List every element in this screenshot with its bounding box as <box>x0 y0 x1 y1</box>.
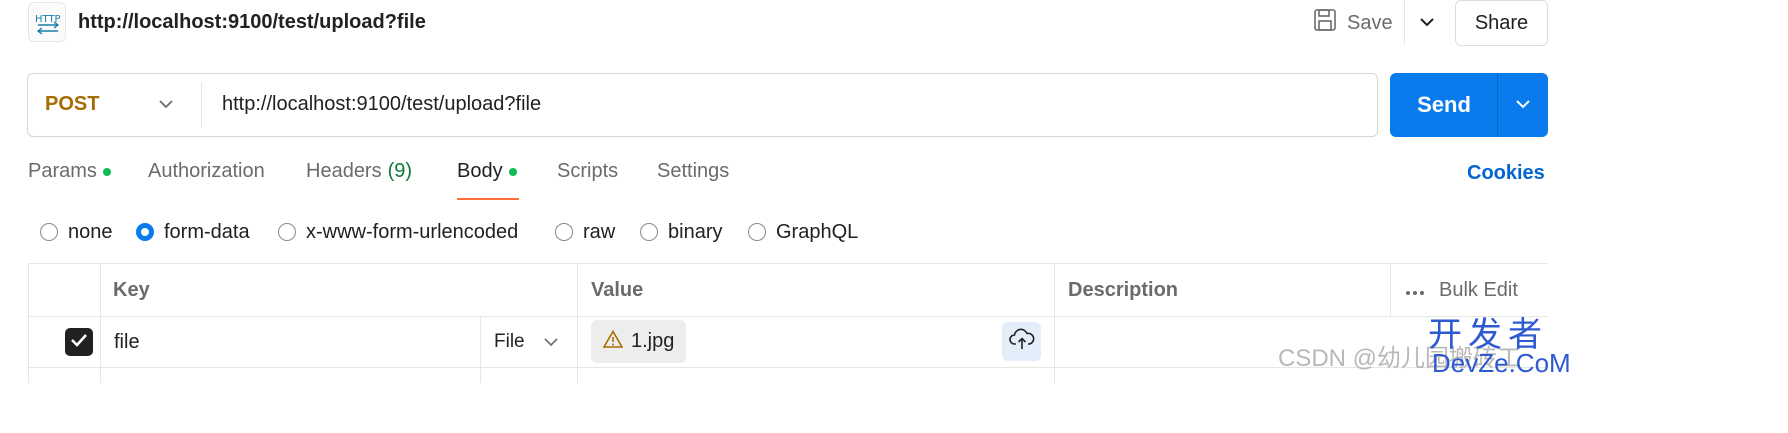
table-col-divider <box>577 263 578 383</box>
bulk-edit-label: Bulk Edit <box>1439 279 1518 301</box>
tab-label: Body <box>457 160 503 182</box>
url-input[interactable]: http://localhost:9100/test/upload?file <box>222 93 541 116</box>
tab-authorization[interactable]: Authorization <box>148 160 265 183</box>
table-col-divider <box>1390 263 1391 317</box>
send-options-dropdown[interactable] <box>1497 73 1548 137</box>
table-col-divider <box>100 263 101 383</box>
save-label: Save <box>1347 11 1393 34</box>
column-header-value: Value <box>591 279 644 301</box>
bulk-edit-button[interactable]: Bulk Edit <box>1405 279 1518 302</box>
row-enabled-checkbox[interactable] <box>65 328 93 356</box>
devze-logo-watermark: 开发者 <box>1428 316 1548 354</box>
column-header-description: Description <box>1068 279 1179 301</box>
checkmark-icon <box>70 333 88 352</box>
send-button[interactable]: Send <box>1390 73 1498 137</box>
upload-file-button[interactable] <box>1002 322 1041 361</box>
more-horizontal-icon <box>1405 279 1425 302</box>
cloud-upload-icon <box>1008 328 1035 355</box>
radio-icon <box>640 223 658 241</box>
tab-label: Scripts <box>557 160 619 182</box>
tab-settings[interactable]: Settings <box>657 160 729 183</box>
table-col-divider <box>1054 263 1055 383</box>
url-divider <box>201 82 202 128</box>
cookies-link[interactable]: Cookies <box>1467 162 1545 185</box>
table-border-left <box>28 263 29 383</box>
method-select[interactable]: POST <box>45 93 99 116</box>
table-col-divider <box>480 316 481 383</box>
selected-file-chip[interactable]: 1.jpg <box>591 320 687 363</box>
body-type-none[interactable]: none <box>40 219 113 245</box>
chevron-down-icon <box>1515 96 1531 114</box>
active-tab-indicator <box>457 198 519 200</box>
tab-label: Authorization <box>148 160 265 182</box>
radio-label: none <box>68 220 113 243</box>
header-divider <box>1404 0 1405 44</box>
save-options-dropdown[interactable] <box>1408 4 1446 42</box>
radio-icon <box>278 223 296 241</box>
radio-selected-icon <box>136 223 154 241</box>
table-header-divider <box>28 316 1548 317</box>
tab-params[interactable]: Params <box>28 160 111 183</box>
tab-label: Headers <box>306 160 382 182</box>
params-status-dot <box>102 167 111 176</box>
tab-headers[interactable]: Headers (9) <box>306 160 412 183</box>
field-type-select[interactable]: File <box>494 331 559 353</box>
headers-count: (9) <box>387 160 413 182</box>
radio-label: raw <box>583 220 616 243</box>
chevron-down-icon[interactable] <box>158 96 174 114</box>
table-border-top <box>28 263 1548 264</box>
body-status-dot <box>508 167 517 176</box>
column-header-key: Key <box>113 279 150 301</box>
radio-icon <box>555 223 573 241</box>
radio-icon <box>748 223 766 241</box>
file-name: 1.jpg <box>631 330 675 352</box>
body-type-graphql[interactable]: GraphQL <box>748 219 858 245</box>
key-field[interactable]: file <box>114 331 140 354</box>
chevron-down-icon <box>543 331 559 353</box>
radio-icon <box>40 223 58 241</box>
http-request-icon: HTTP <box>28 2 66 42</box>
save-button[interactable]: Save <box>1305 4 1401 42</box>
share-button[interactable]: Share <box>1455 0 1548 46</box>
body-type-binary[interactable]: binary <box>640 219 722 245</box>
tab-label: Settings <box>657 160 730 182</box>
chevron-down-icon <box>1419 14 1435 32</box>
radio-label: GraphQL <box>776 220 859 243</box>
tab-scripts[interactable]: Scripts <box>557 160 618 183</box>
radio-label: binary <box>668 220 723 243</box>
warning-triangle-icon <box>602 329 624 354</box>
body-type-raw[interactable]: raw <box>555 219 615 245</box>
body-type-form-data[interactable]: form-data <box>136 219 250 245</box>
body-type-urlencoded[interactable]: x-www-form-urlencoded <box>278 219 518 245</box>
tab-body[interactable]: Body <box>457 160 517 183</box>
field-type-label: File <box>494 331 525 352</box>
radio-label: x-www-form-urlencoded <box>306 220 519 243</box>
floppy-disk-icon <box>1313 8 1337 38</box>
radio-label: form-data <box>164 220 250 243</box>
request-title[interactable]: http://localhost:9100/test/upload?file <box>78 11 426 34</box>
devze-logo-watermark-text: DevZe.CoM <box>1432 348 1571 378</box>
tab-label: Params <box>28 160 97 182</box>
